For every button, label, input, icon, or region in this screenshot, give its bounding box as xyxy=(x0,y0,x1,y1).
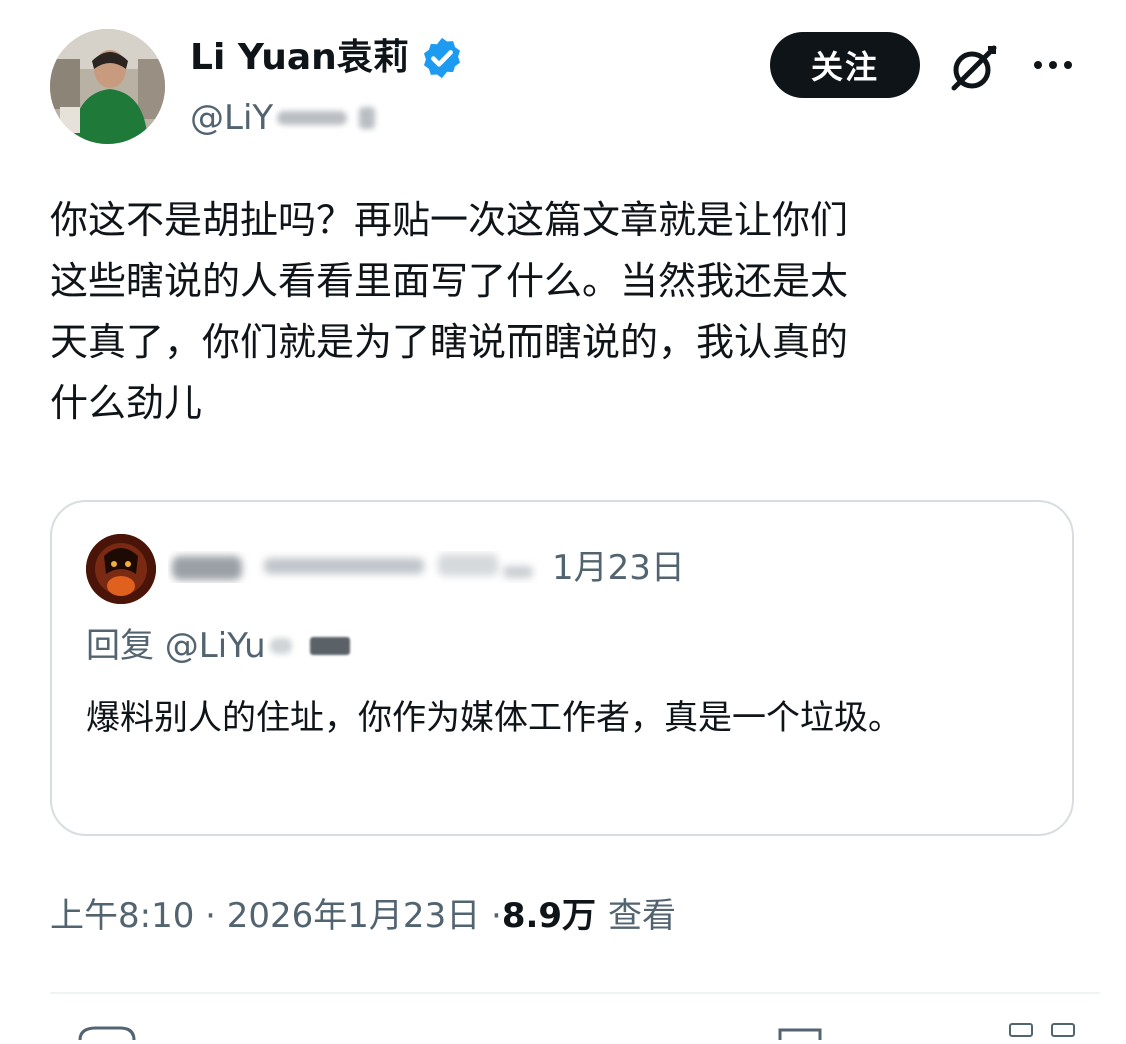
avatar[interactable] xyxy=(50,29,165,144)
handle-redaction xyxy=(277,111,348,125)
follow-button-label: 关注 xyxy=(810,48,879,86)
reply-redaction-end xyxy=(309,637,350,655)
grok-icon[interactable] xyxy=(948,42,1000,94)
verified-badge-icon xyxy=(423,37,460,79)
avatar-image xyxy=(50,29,165,144)
tweet-line: 这些瞎说的人看看里面写了什么。当然我还是太 xyxy=(50,259,849,303)
tweet-line: 你这不是胡扯吗？再贴一次这篇文章就是让你们 xyxy=(50,198,849,242)
more-icon[interactable] xyxy=(1030,50,1076,80)
tweet-text: 你这不是胡扯吗？再贴一次这篇文章就是让你们 这些瞎说的人看看里面写了什么。当然我… xyxy=(50,190,1080,434)
views-label: 查看 xyxy=(608,896,677,936)
action-bar-partial xyxy=(0,1022,1126,1041)
tweet-line: 天真了，你们就是为了瞎说而瞎说的，我认真的 xyxy=(50,320,849,364)
divider xyxy=(50,992,1100,994)
handle-redaction-end xyxy=(359,107,376,129)
views-count: 8.9万 xyxy=(501,896,597,936)
quoted-date[interactable]: 1月23日 xyxy=(552,544,685,592)
follow-button[interactable]: 关注 xyxy=(770,32,920,98)
quoted-text: 爆料别人的住址，你作为媒体工作者，真是一个垃圾。 xyxy=(86,698,902,738)
quoted-reply-to: 回复 @LiYu xyxy=(86,622,350,670)
handle[interactable]: @LiY xyxy=(190,94,376,142)
reply-redaction xyxy=(269,638,292,654)
tweet-line: 什么劲儿 xyxy=(50,381,203,425)
handle-text: @LiY xyxy=(190,98,274,138)
quoted-avatar-image xyxy=(86,534,156,604)
quoted-author-redacted xyxy=(168,546,538,590)
display-name-text: Li Yuan袁莉 xyxy=(190,37,409,78)
reply-to-text: 回复 @LiYu xyxy=(86,626,266,666)
timestamp[interactable]: 上午8:10 · 2026年1月23日 · xyxy=(50,890,502,942)
display-name[interactable]: Li Yuan袁莉 xyxy=(190,32,465,84)
quoted-avatar[interactable] xyxy=(86,534,156,604)
tweet-meta: 上午8:10 · 2026年1月23日 · 8.9万 查看 xyxy=(50,890,676,942)
